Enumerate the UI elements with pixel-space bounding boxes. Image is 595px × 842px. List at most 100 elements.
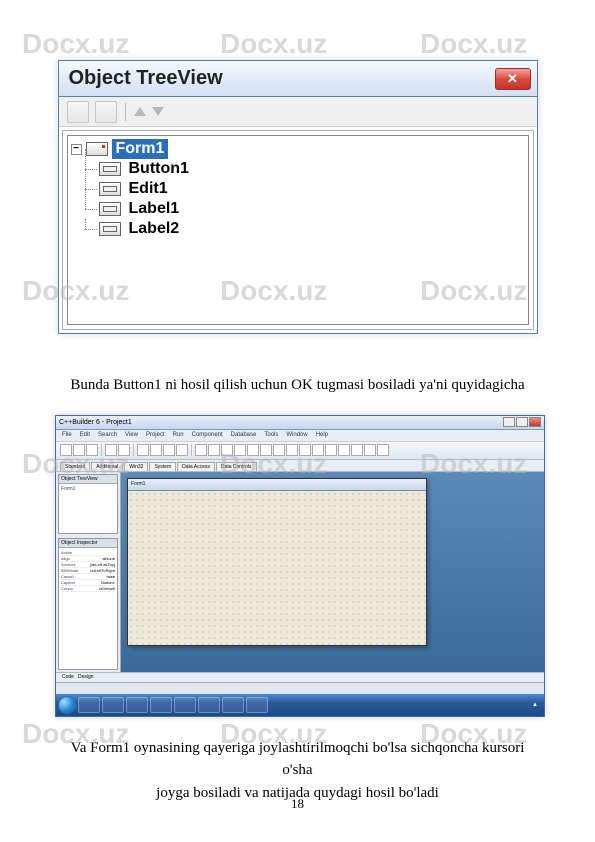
taskbar-item[interactable] (174, 697, 196, 713)
menu-item[interactable]: Search (98, 432, 117, 438)
close-button[interactable] (529, 417, 541, 427)
taskbar-item[interactable] (78, 697, 100, 713)
palette-tab[interactable]: Win32 (124, 462, 148, 471)
minimize-button[interactable] (503, 417, 515, 427)
toolbar-button[interactable] (150, 444, 162, 456)
toolbar-new-icon[interactable] (67, 101, 89, 123)
taskbar-item[interactable] (150, 697, 172, 713)
ide-title: C++Builder 6 - Project1 (59, 419, 132, 426)
toolbar-button[interactable] (299, 444, 311, 456)
component-icon (99, 222, 121, 236)
tree-child-item[interactable]: Edit1 (99, 179, 525, 199)
bottom-tab[interactable]: Design (78, 674, 94, 680)
ide-titlebar: C++Builder 6 - Project1 (56, 416, 544, 430)
taskbar-item[interactable] (126, 697, 148, 713)
treeview-toolbar (59, 97, 537, 127)
para2-line2: joyga bosiladi va natijada quydagi hosil… (156, 785, 439, 801)
close-button[interactable]: ✕ (495, 68, 531, 90)
toolbar-button[interactable] (163, 444, 175, 456)
taskbar-item[interactable] (222, 697, 244, 713)
toolbar-button[interactable] (73, 444, 85, 456)
toolbar-button[interactable] (195, 444, 207, 456)
menu-item[interactable]: Edit (80, 432, 90, 438)
toolbar-button[interactable] (338, 444, 350, 456)
tree-root-label: Form1 (112, 139, 169, 159)
tree-child-label: Label2 (125, 219, 184, 239)
menu-item[interactable]: Component (192, 432, 223, 438)
treeview-title: Object TreeView (69, 67, 495, 90)
toolbar-button[interactable] (273, 444, 285, 456)
tray-icon[interactable]: ▲ (532, 702, 538, 708)
ide-left-dock: Object TreeView Form1 Object Inspector A… (56, 472, 121, 672)
toolbar-button[interactable] (377, 444, 389, 456)
menu-item[interactable]: Project (146, 432, 165, 438)
tree-root-item[interactable]: − Form1 (71, 139, 525, 159)
palette-tab[interactable]: Standard (60, 462, 90, 471)
toolbar-separator (133, 444, 134, 456)
tree-child-label: Label1 (125, 199, 184, 219)
menu-item[interactable]: Run (173, 432, 184, 438)
toolbar-button[interactable] (221, 444, 233, 456)
menu-item[interactable]: Tools (264, 432, 278, 438)
move-down-icon[interactable] (152, 107, 164, 116)
ide-workspace: Object TreeView Form1 Object Inspector A… (56, 472, 544, 672)
tree-child-label: Edit1 (125, 179, 172, 199)
form-title: Form1 (128, 479, 426, 491)
component-palette-tabs: Standard Additional Win32 System Data Ac… (56, 460, 544, 472)
property-row[interactable]: CursorcrDefault (61, 586, 115, 592)
menu-item[interactable]: Window (286, 432, 307, 438)
maximize-button[interactable] (516, 417, 528, 427)
toolbar-button[interactable] (260, 444, 272, 456)
panel-header: Object Inspector (59, 539, 117, 548)
toolbar-button[interactable] (234, 444, 246, 456)
toolbar-separator (191, 444, 192, 456)
ide-window: C++Builder 6 - Project1 File Edit Search… (55, 415, 545, 717)
toolbar-button[interactable] (325, 444, 337, 456)
palette-tab[interactable]: Data Controls (216, 462, 257, 471)
ide-bottom-tabs: Code Design (56, 672, 544, 682)
paragraph-1: Bunda Button1 ni hosil qilish uchun OK t… (55, 374, 540, 397)
toolbar-button[interactable] (86, 444, 98, 456)
toolbar-button[interactable] (364, 444, 376, 456)
toolbar-button[interactable] (176, 444, 188, 456)
object-treeview-mini: Object TreeView Form1 (58, 474, 118, 534)
windows-taskbar: ▲ (56, 694, 544, 716)
ide-menubar: File Edit Search View Project Run Compon… (56, 430, 544, 442)
form-design-grid[interactable] (128, 491, 426, 645)
palette-tab[interactable]: System (149, 462, 176, 471)
tree-child-label: Button1 (125, 159, 193, 179)
toolbar-button[interactable] (312, 444, 324, 456)
toolbar-button[interactable] (105, 444, 117, 456)
menu-item[interactable]: View (125, 432, 138, 438)
menu-item[interactable]: File (62, 432, 72, 438)
close-icon: ✕ (507, 71, 518, 87)
tree-child-item[interactable]: Label1 (99, 199, 525, 219)
menu-item[interactable]: Help (316, 432, 328, 438)
component-icon (99, 202, 121, 216)
toolbar-delete-icon[interactable] (95, 101, 117, 123)
toolbar-button[interactable] (60, 444, 72, 456)
bottom-tab[interactable]: Code (62, 674, 74, 680)
toolbar-button[interactable] (208, 444, 220, 456)
palette-tab[interactable]: Additional (91, 462, 123, 471)
toolbar-button[interactable] (286, 444, 298, 456)
toolbar-button[interactable] (247, 444, 259, 456)
panel-header: Object TreeView (59, 475, 117, 484)
tree-collapse-icon[interactable]: − (71, 144, 82, 155)
page-content: Object TreeView ✕ − Form1 Button1 (0, 0, 595, 804)
toolbar-button[interactable] (351, 444, 363, 456)
palette-tab[interactable]: Data Access (177, 462, 215, 471)
component-icon (99, 182, 121, 196)
taskbar-item[interactable] (102, 697, 124, 713)
menu-item[interactable]: Database (231, 432, 257, 438)
toolbar-button[interactable] (137, 444, 149, 456)
tree-child-item[interactable]: Label2 (99, 219, 525, 239)
object-inspector: Object Inspector Action AlignalNone Anch… (58, 538, 118, 670)
toolbar-button[interactable] (118, 444, 130, 456)
start-button-icon[interactable] (58, 696, 76, 714)
tree-child-item[interactable]: Button1 (99, 159, 525, 179)
form-designer-window[interactable]: Form1 (127, 478, 427, 646)
taskbar-item[interactable] (246, 697, 268, 713)
move-up-icon[interactable] (134, 107, 146, 116)
taskbar-item[interactable] (198, 697, 220, 713)
